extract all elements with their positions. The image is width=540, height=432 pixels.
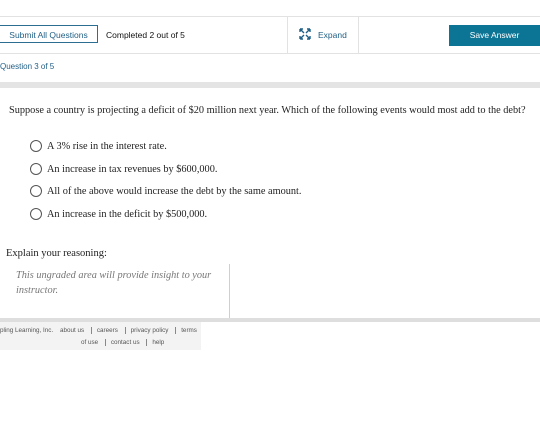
footer-company: pling Learning, Inc.	[0, 327, 54, 334]
option-label: All of the above would increase the debt…	[47, 186, 302, 197]
footer-link-terms[interactable]: terms	[175, 327, 202, 334]
section-divider	[0, 82, 540, 88]
submit-all-questions-button[interactable]: Submit All Questions	[0, 25, 98, 43]
question-number: Question 3 of 5	[0, 62, 55, 71]
expand-button[interactable]: Expand	[287, 17, 359, 53]
footer-link-contact-us[interactable]: contact us	[104, 339, 145, 346]
toolbar: Submit All Questions Completed 2 out of …	[0, 16, 540, 54]
expand-arrows-icon	[299, 28, 311, 40]
footer-link-careers[interactable]: careers	[90, 327, 123, 334]
radio-button[interactable]	[30, 140, 42, 152]
option-label: An increase in tax revenues by $600,000.	[47, 164, 218, 175]
question-prompt: Suppose a country is projecting a defici…	[9, 105, 526, 116]
footer-link-terms-of-use[interactable]: of use	[81, 339, 103, 346]
footer: pling Learning, Inc. about us careers pr…	[0, 322, 201, 350]
footer-link-privacy-policy[interactable]: privacy policy	[124, 327, 174, 334]
reasoning-textarea[interactable]: This ungraded area will provide insight …	[0, 264, 230, 318]
option-label: A 3% rise in the interest rate.	[47, 141, 167, 152]
radio-button[interactable]	[30, 208, 42, 220]
footer-link-about-us[interactable]: about us	[60, 327, 89, 334]
save-answer-button[interactable]: Save Answer	[449, 25, 540, 46]
completion-status: Completed 2 out of 5	[106, 30, 185, 40]
radio-button[interactable]	[30, 185, 42, 197]
radio-button[interactable]	[30, 163, 42, 175]
footer-link-help[interactable]: help	[146, 339, 169, 346]
reasoning-placeholder: This ungraded area will provide insight …	[16, 270, 212, 296]
expand-label: Expand	[318, 30, 347, 40]
reasoning-label: Explain your reasoning:	[6, 248, 107, 259]
option-label: An increase in the deficit by $500,000.	[47, 209, 208, 220]
